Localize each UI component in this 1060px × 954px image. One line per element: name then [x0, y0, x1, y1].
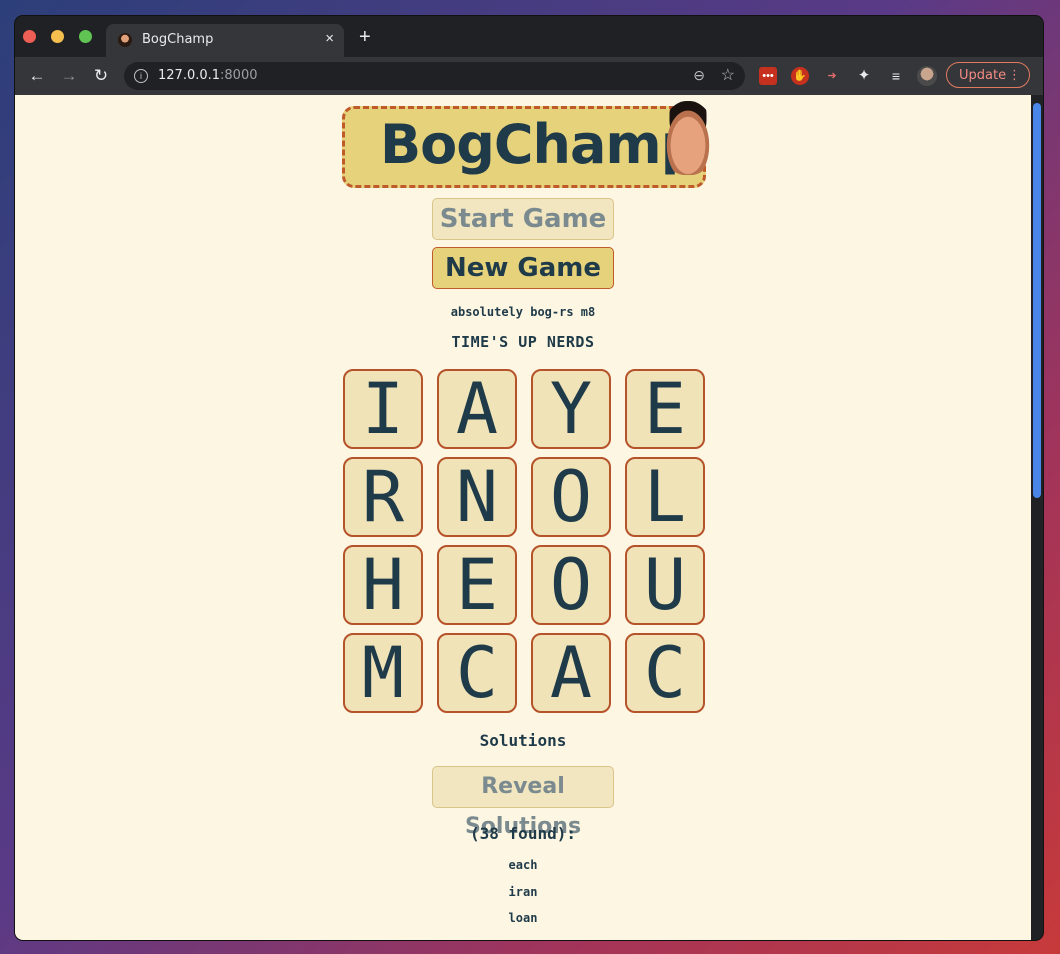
reveal-solutions-button[interactable]: Reveal Solutions	[432, 766, 614, 839]
subtitle: absolutely bog-rs m8	[450, 305, 596, 319]
send-extension-icon[interactable]: ➜	[823, 67, 841, 85]
page-content: BogChamp Start Game New Game absolutely …	[15, 95, 1031, 940]
tab-title: BogChamp	[142, 32, 214, 47]
pogchamp-face-icon	[661, 101, 715, 175]
maximize-window-button[interactable]	[79, 30, 92, 43]
tab-strip: BogChamp × +	[15, 16, 1043, 57]
tile-r3-c2[interactable]: A	[531, 632, 611, 714]
found-count: (38 found):	[470, 824, 576, 843]
media-control-icon[interactable]: ≡	[887, 67, 905, 85]
tile-r0-c2[interactable]: Y	[531, 368, 611, 450]
page-scrollbar[interactable]	[1031, 95, 1043, 940]
url-text[interactable]: 127.0.0.1:8000	[158, 68, 258, 83]
site-info-icon[interactable]: i	[134, 69, 148, 83]
browser-window: BogChamp × + ← → ↻ i 127.0.0.1:8000 ⊖ ☆ …	[15, 16, 1043, 940]
tile-r2-c0[interactable]: H	[343, 544, 423, 626]
solutions-heading: Solutions	[479, 731, 567, 750]
zoom-icon[interactable]: ⊖	[693, 67, 705, 84]
tile-r2-c2[interactable]: O	[531, 544, 611, 626]
tile-r1-c1[interactable]: N	[437, 456, 517, 538]
close-window-button[interactable]	[23, 30, 36, 43]
start-game-button[interactable]: Start Game	[432, 198, 614, 240]
tab-bogchamp[interactable]: BogChamp ×	[106, 24, 344, 57]
minimize-window-button[interactable]	[51, 30, 64, 43]
bookmark-star-icon[interactable]: ☆	[721, 65, 735, 85]
url-host: 127.0.0.1	[158, 68, 221, 83]
scrollbar-thumb[interactable]	[1033, 103, 1041, 498]
new-tab-button[interactable]: +	[359, 27, 371, 47]
update-label: Update	[959, 68, 1007, 83]
list-item: loan	[508, 911, 538, 925]
tile-r0-c0[interactable]: I	[343, 368, 423, 450]
tile-r3-c0[interactable]: M	[343, 632, 423, 714]
new-game-button[interactable]: New Game	[432, 247, 614, 289]
menu-dots-icon: ⋮	[1008, 68, 1021, 83]
tile-r1-c3[interactable]: L	[625, 456, 705, 538]
favicon-icon	[118, 33, 132, 47]
tile-r3-c3[interactable]: C	[625, 632, 705, 714]
solutions-list: each iran loan	[15, 852, 1031, 932]
tab-close-icon[interactable]: ×	[325, 30, 334, 47]
update-button[interactable]: Update ⋮	[946, 62, 1030, 88]
list-item: each	[508, 858, 538, 872]
url-port: :8000	[220, 68, 258, 83]
tile-r2-c1[interactable]: E	[437, 544, 517, 626]
browser-toolbar: ← → ↻ i 127.0.0.1:8000 ⊖ ☆ ••• ✋ ➜ ✦ ≡ U…	[15, 57, 1043, 95]
tile-r3-c1[interactable]: C	[437, 632, 517, 714]
app-logo: BogChamp	[342, 101, 715, 188]
profile-avatar[interactable]	[917, 66, 937, 86]
reload-icon[interactable]: ↻	[89, 64, 113, 88]
back-arrow-icon[interactable]: ←	[25, 64, 49, 88]
address-bar[interactable]: i 127.0.0.1:8000 ⊖ ☆	[124, 62, 745, 90]
tile-r1-c2[interactable]: O	[531, 456, 611, 538]
ublock-extension-icon[interactable]: ✋	[791, 67, 809, 85]
logo-text: BogChamp	[380, 113, 699, 176]
boggle-board: I A Y E R N O L H E O U M C A C	[343, 368, 705, 714]
list-item: iran	[508, 884, 538, 899]
forward-arrow-icon[interactable]: →	[57, 64, 81, 88]
tile-r2-c3[interactable]: U	[625, 544, 705, 626]
tile-r0-c3[interactable]: E	[625, 368, 705, 450]
extensions-puzzle-icon[interactable]: ✦	[855, 67, 873, 85]
lastpass-extension-icon[interactable]: •••	[759, 67, 777, 85]
timer-status: TIME'S UP NERDS	[451, 333, 595, 351]
tile-r1-c0[interactable]: R	[343, 456, 423, 538]
tile-r0-c1[interactable]: A	[437, 368, 517, 450]
